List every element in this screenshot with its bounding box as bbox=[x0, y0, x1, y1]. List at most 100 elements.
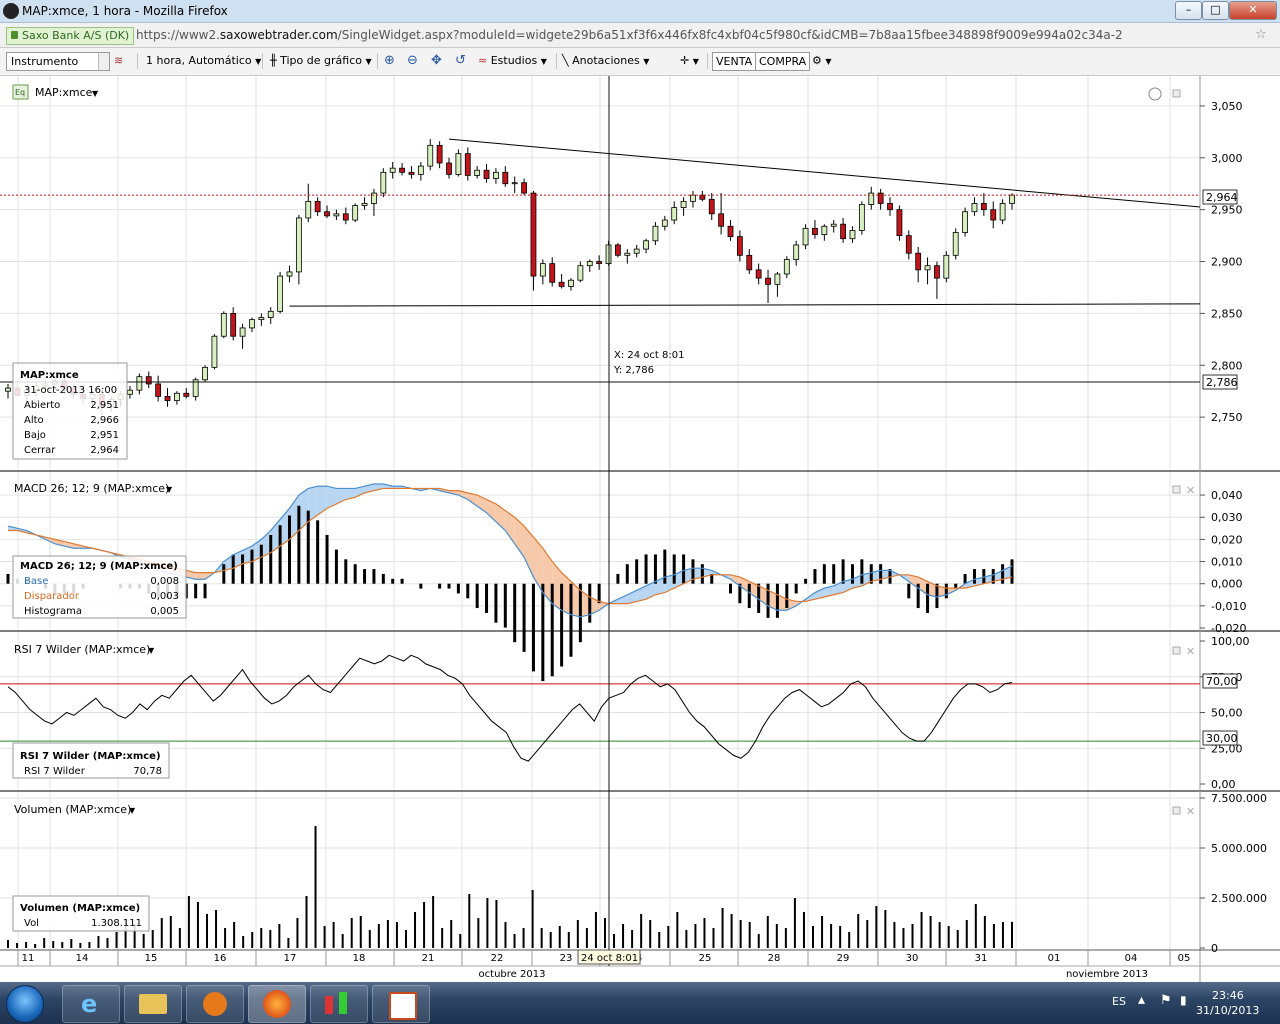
chevron-down-icon[interactable]: ▼ bbox=[166, 485, 173, 494]
candle-up bbox=[577, 265, 584, 281]
toolbar-separator bbox=[556, 53, 557, 69]
candle-down bbox=[896, 209, 903, 237]
reset-icon[interactable]: ↺ bbox=[455, 53, 466, 69]
candle-down bbox=[314, 200, 321, 213]
clock-date[interactable]: 31/10/2013 bbox=[1196, 1004, 1259, 1017]
candle-down bbox=[446, 162, 452, 175]
site-identity-button[interactable]: Saxo Bank A/S (DK) bbox=[6, 27, 135, 45]
settings-dropdown[interactable]: ⚙ ▼ bbox=[812, 53, 832, 70]
panel-close-icon[interactable]: ✕ bbox=[1186, 645, 1195, 658]
candle-up bbox=[286, 271, 293, 277]
studies-dropdown[interactable]: ≈ Estudios ▼ bbox=[478, 53, 547, 70]
minimize-button[interactable]: – bbox=[1175, 1, 1202, 20]
chart-type-dropdown[interactable]: ╫ Tipo de gráfico ▼ bbox=[270, 53, 372, 70]
y-tick-label: 50,00 bbox=[1211, 707, 1243, 720]
chevron-down-icon: ▼ bbox=[643, 57, 650, 66]
crosshair-date-label: 24 oct 8:01 bbox=[581, 953, 638, 964]
candle-down bbox=[408, 171, 415, 175]
y-tick-label: 0,000 bbox=[1211, 578, 1243, 591]
presentation-icon bbox=[389, 992, 417, 1020]
url-domain: saxowebtrader.com bbox=[219, 28, 338, 42]
site-identity-label: Saxo Bank A/S (DK) bbox=[22, 29, 130, 42]
x-tick-label: 21 bbox=[422, 953, 435, 964]
candle-up bbox=[858, 204, 865, 231]
volume-panel-title[interactable]: Volumen (MAP:xmce) bbox=[14, 803, 131, 816]
price-info-title: MAP:xmce bbox=[20, 370, 79, 381]
macd-panel-title[interactable]: MACD 26; 12; 9 (MAP:xmce) bbox=[14, 482, 169, 495]
taskbar-trading[interactable] bbox=[310, 985, 368, 1023]
clock-icon[interactable] bbox=[1148, 87, 1162, 101]
x-tick-label: 18 bbox=[353, 953, 366, 964]
chevron-down-icon: ▼ bbox=[255, 57, 262, 66]
taskbar-ie[interactable]: e bbox=[62, 985, 120, 1023]
panel-close-icon[interactable]: ✕ bbox=[1186, 805, 1195, 818]
panel-close-icon[interactable]: ✕ bbox=[1186, 484, 1195, 497]
candle-down bbox=[877, 192, 884, 204]
panel-maximize-icon[interactable] bbox=[1172, 485, 1181, 494]
macd-cloud bbox=[195, 572, 206, 580]
chevron-down-icon[interactable]: ▼ bbox=[92, 89, 99, 98]
price-info-label: Bajo bbox=[24, 430, 46, 441]
rsi-upper-label: 70,00 bbox=[1206, 675, 1238, 688]
taskbar-firefox[interactable] bbox=[248, 985, 306, 1023]
candle-down bbox=[736, 236, 743, 256]
candle-up bbox=[258, 317, 265, 321]
y-tick-label: -0,010 bbox=[1211, 600, 1246, 613]
url-field[interactable]: https://www2.saxowebtrader.com/SingleWid… bbox=[136, 28, 1123, 42]
zoom-out-icon[interactable]: ⊖ bbox=[407, 53, 418, 69]
candle-up bbox=[371, 192, 377, 204]
candle-down bbox=[183, 392, 190, 397]
bookmark-star-icon[interactable]: ☆ bbox=[1255, 27, 1267, 42]
chevron-down-icon[interactable]: ▼ bbox=[129, 806, 136, 815]
lock-icon bbox=[11, 31, 18, 39]
candle-up bbox=[211, 335, 218, 368]
candle-up bbox=[202, 366, 208, 381]
crosshair-x-readout: X: 24 oct 8:01 bbox=[614, 350, 684, 361]
chart-toolbar: Instrumento ≋ 1 hora, Automático ▼ ╫ Tip… bbox=[0, 48, 1280, 76]
line-tool-icon: ╲ bbox=[562, 54, 569, 67]
network-icon[interactable]: ▮ bbox=[1180, 993, 1187, 1007]
clock-time[interactable]: 23:46 bbox=[1212, 989, 1244, 1002]
sell-button[interactable]: VENTA bbox=[712, 52, 757, 71]
candle-up bbox=[539, 263, 546, 277]
instrument-spinner-icon[interactable] bbox=[98, 53, 109, 70]
panel-maximize-icon[interactable] bbox=[1172, 646, 1181, 655]
y-tick-label: 0,020 bbox=[1211, 533, 1243, 546]
buy-button[interactable]: COMPRA bbox=[755, 52, 811, 71]
candle-up bbox=[783, 259, 790, 275]
y-tick-label: 7.500.000 bbox=[1211, 792, 1267, 805]
chart-area[interactable]: X: 24 oct 8:01 Y: 2,786 Eq MAP:xmce ▼ MA… bbox=[0, 76, 1280, 982]
macd-info-label: Histograma bbox=[24, 606, 82, 617]
taskbar-presentation[interactable] bbox=[372, 985, 430, 1023]
candle-down bbox=[887, 203, 893, 211]
url-rest: /SingleWidget.aspx?moduleId=widgete29b6a… bbox=[337, 28, 1123, 42]
price-panel-title[interactable]: MAP:xmce bbox=[35, 86, 93, 99]
panel-maximize-icon[interactable] bbox=[1172, 806, 1181, 815]
taskbar-explorer[interactable] bbox=[124, 985, 182, 1023]
candle-down bbox=[727, 225, 734, 238]
taskbar-media-player[interactable] bbox=[186, 985, 244, 1023]
zoom-in-icon[interactable]: ⊕ bbox=[384, 53, 395, 69]
instrument-input[interactable]: Instrumento bbox=[6, 52, 110, 71]
pan-icon[interactable]: ✥ bbox=[431, 53, 442, 69]
interval-dropdown[interactable]: 1 hora, Automático ▼ bbox=[146, 53, 261, 70]
annotations-dropdown[interactable]: ╲ Anotaciones ▼ bbox=[562, 53, 649, 70]
candle-green-icon bbox=[339, 992, 347, 1014]
panel-maximize-icon[interactable] bbox=[1172, 89, 1181, 98]
price-info-date: 31-oct-2013 16:00 bbox=[24, 385, 117, 396]
price-info-value: 2,966 bbox=[90, 415, 119, 426]
start-button[interactable] bbox=[6, 985, 44, 1023]
compare-icon[interactable]: ≋ bbox=[114, 53, 123, 69]
media-player-icon bbox=[203, 992, 227, 1016]
chevron-down-icon[interactable]: ▼ bbox=[148, 646, 155, 655]
macd-info-value: 0,005 bbox=[150, 606, 179, 617]
rsi-panel-title[interactable]: RSI 7 Wilder (MAP:xmce) bbox=[14, 643, 150, 656]
close-button[interactable]: ✕ bbox=[1229, 1, 1277, 20]
candle-up bbox=[971, 203, 978, 213]
flag-icon[interactable]: ⚑ bbox=[1160, 993, 1172, 1008]
tray-chevron-icon[interactable]: ▴ bbox=[1138, 992, 1145, 1008]
maximize-button[interactable]: □ bbox=[1202, 1, 1229, 20]
language-indicator[interactable]: ES bbox=[1112, 995, 1126, 1008]
firefox-icon bbox=[3, 3, 19, 19]
crosshair-tool[interactable]: ✛ ▼ bbox=[680, 53, 699, 70]
